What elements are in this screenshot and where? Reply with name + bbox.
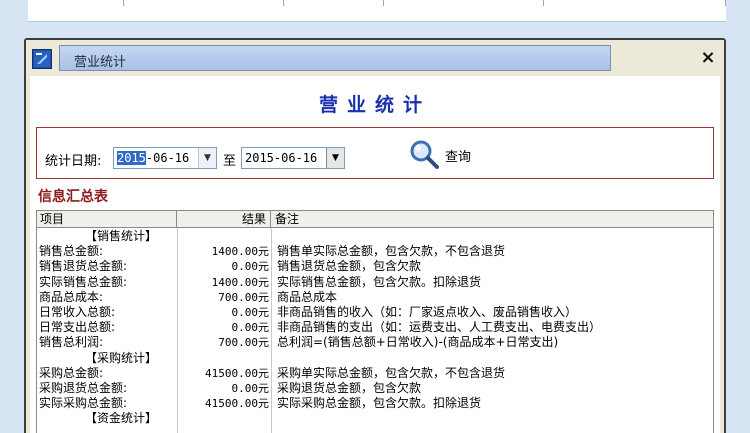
page-title: 营业统计: [318, 94, 431, 116]
row-result-value: 1400.00元: [211, 275, 269, 289]
table-row[interactable]: 销售总利润: 700.00元 总利润=(销售总额+日常收入)-(商品成本+日常支出): [37, 335, 713, 350]
table-header: 项目 结果 备注: [37, 211, 713, 228]
row-result-value: 41500.00元: [205, 397, 269, 411]
date-label: 统计日期:: [45, 154, 102, 169]
header-note[interactable]: 备注: [271, 211, 713, 227]
start-date-picker[interactable]: 2015-06-16 ▼: [113, 147, 217, 169]
query-label: 查询: [445, 150, 472, 165]
table-body: 【销售统计】 销售总金额: 1400.00元 销售单实际总金额，包含欠款，不包含退货销…: [37, 229, 713, 426]
row-item-name: 日常收入总额:: [39, 304, 116, 319]
end-date-value[interactable]: 2015-06-16: [245, 151, 317, 165]
table-row[interactable]: 商品总成本: 700.00元 商品总成本: [37, 289, 713, 305]
table-row[interactable]: 采购总金额: 41500.00元 采购单实际总金额，包含欠款，不包含退货: [37, 365, 713, 381]
row-item-name: 销售总利润:: [39, 335, 104, 350]
app-icon: [32, 49, 52, 69]
row-note: 商品总成本: [277, 289, 338, 304]
row-note: 销售退货总金额，包含欠款: [277, 259, 422, 274]
table-section-row[interactable]: 【采购统计】: [37, 350, 713, 366]
row-result-value: 0.00元: [231, 381, 270, 395]
row-result-value: 41500.00元: [205, 366, 269, 380]
magnifier-icon: [410, 140, 439, 169]
row-note: 总利润=(销售总额+日常收入)-(商品成本+日常支出): [277, 335, 559, 350]
row-item-name: 【资金统计】: [85, 411, 158, 426]
background-cell: [284, 0, 384, 6]
background-cell: [124, 0, 284, 6]
window-title: 营业统计: [74, 54, 127, 69]
table-row[interactable]: 实际采购总金额: 41500.00元 实际采购总金额，包含欠款。扣除退货: [37, 396, 713, 411]
start-date-rest: -06-16: [145, 151, 190, 165]
table-section-row[interactable]: 【资金统计】: [37, 411, 713, 426]
row-note: 销售单实际总金额，包含欠款，不包含退货: [277, 244, 506, 259]
row-item-name: 采购退货总金额:: [39, 380, 128, 395]
filter-panel: 统计日期: 2015-06-16 ▼ 至 2015-06-16 ▼ 查询: [36, 127, 714, 179]
row-note: 实际销售总金额，包含欠款。扣除退货: [277, 274, 482, 289]
row-result-value: 0.00元: [231, 321, 270, 335]
row-item-name: 实际销售总金额:: [39, 274, 128, 289]
row-item-name: 实际采购总金额:: [39, 396, 128, 411]
background-table: [28, 0, 726, 22]
row-item-name: 销售总金额:: [39, 244, 104, 259]
row-result-value: 700.00元: [218, 290, 269, 304]
header-result[interactable]: 结果: [177, 211, 271, 227]
summary-table: 项目 结果 备注 【销售统计】 销售总金额: 1400.00元 销售单实际总金额，包含…: [36, 210, 714, 433]
start-date-year: 2015: [117, 151, 146, 165]
row-note: 非商品销售的收入（如：厂家返点收入、废品销售收入）: [277, 304, 578, 319]
row-note: 非商品销售的支出（如：运费支出、人工费支出、电费支出）: [277, 320, 602, 335]
row-item-name: 销售退货总金额:: [39, 259, 128, 274]
title-bar[interactable]: 营业统计 ×: [26, 40, 724, 76]
window-title-area: 营业统计: [59, 45, 611, 71]
table-row[interactable]: 销售退货总金额: 0.00元 销售退货总金额，包含欠款: [37, 259, 713, 274]
row-result-value: 1400.00元: [211, 245, 269, 259]
row-result-value: 700.00元: [218, 336, 269, 350]
query-button[interactable]: 查询: [407, 138, 497, 170]
row-item-name: 商品总成本:: [39, 289, 104, 304]
summary-section-title: 信息汇总表: [38, 189, 108, 205]
table-row[interactable]: 日常支出总额: 0.00元 非商品销售的支出（如：运费支出、人工费支出、电费支出）: [37, 320, 713, 335]
table-row[interactable]: 日常收入总额: 0.00元 非商品销售的收入（如：厂家返点收入、废品销售收入）: [37, 304, 713, 320]
background-cell: [384, 0, 544, 6]
to-label: 至: [223, 154, 237, 169]
row-item-name: 采购总金额:: [39, 365, 104, 380]
header-item[interactable]: 项目: [37, 211, 177, 227]
background-cell: [28, 0, 124, 6]
chevron-down-icon[interactable]: ▼: [326, 148, 344, 168]
start-date-value[interactable]: 2015-06-16: [117, 151, 189, 165]
background-cell: [544, 0, 726, 6]
chevron-down-icon[interactable]: ▼: [198, 148, 216, 168]
row-note: 采购单实际总金额，包含欠款，不包含退货: [277, 365, 506, 380]
table-row[interactable]: 实际销售总金额: 1400.00元 实际销售总金额，包含欠款。扣除退货: [37, 274, 713, 290]
row-note: 采购退货总金额，包含欠款: [277, 380, 422, 395]
business-stats-dialog: 营业统计 × 营业统计 统计日期: 2015-06-16 ▼ 至 2015-06…: [24, 38, 726, 433]
close-icon[interactable]: ×: [698, 48, 718, 68]
row-item-name: 【销售统计】: [85, 229, 158, 243]
table-row[interactable]: 采购退货总金额: 0.00元 采购退货总金额，包含欠款: [37, 380, 713, 396]
row-item-name: 【采购统计】: [85, 350, 158, 365]
dialog-content: 营业统计 统计日期: 2015-06-16 ▼ 至 2015-06-16 ▼ 查…: [30, 76, 720, 433]
row-result-value: 0.00元: [231, 260, 270, 274]
table-section-row[interactable]: 【销售统计】: [37, 229, 713, 244]
row-result-value: 0.00元: [231, 305, 270, 319]
row-item-name: 日常支出总额:: [39, 320, 116, 335]
end-date-picker[interactable]: 2015-06-16 ▼: [241, 147, 345, 169]
row-note: 实际采购总金额，包含欠款。扣除退货: [277, 396, 482, 411]
table-row[interactable]: 销售总金额: 1400.00元 销售单实际总金额，包含欠款，不包含退货: [37, 244, 713, 259]
